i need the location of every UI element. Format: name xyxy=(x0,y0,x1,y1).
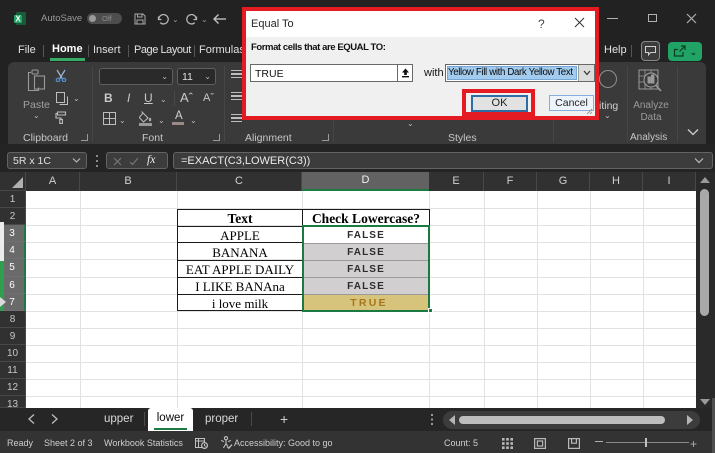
svg-text:X: X xyxy=(15,15,21,24)
